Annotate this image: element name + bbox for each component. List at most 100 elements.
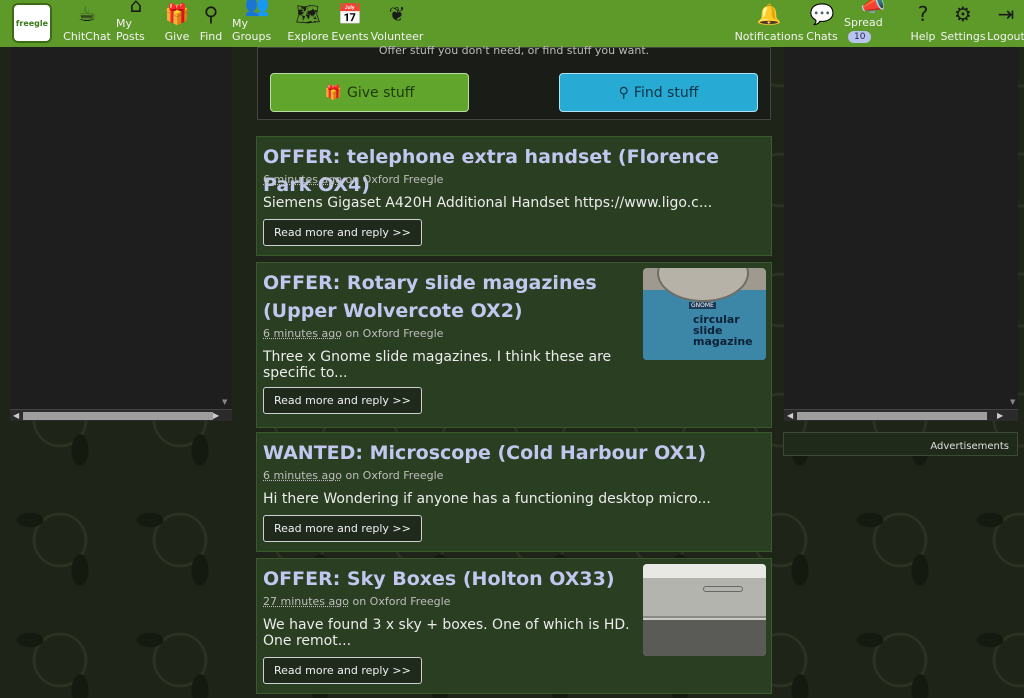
nav-events[interactable]: 📅 Events <box>331 0 369 47</box>
scroll-right-icon[interactable]: ▶ <box>997 410 1003 422</box>
advertisements-label: Advertisements <box>783 432 1018 456</box>
slide-magazine-brand: GNOME <box>689 302 716 309</box>
left-sidebar-panel <box>10 47 232 409</box>
post-time: 6 minutes ago <box>263 327 342 340</box>
gift-icon: 🎁 <box>324 84 343 101</box>
help-icon: ? <box>917 2 929 26</box>
nav-help[interactable]: ? Help <box>908 0 938 47</box>
find-stuff-button[interactable]: ⚲ Find stuff <box>559 73 758 112</box>
bell-icon: 🔔 <box>756 2 782 26</box>
nav-spread-row: Spread 10 <box>844 16 902 43</box>
nav-help-label: Help <box>910 30 936 43</box>
freegle-logo[interactable]: freegle <box>12 3 52 43</box>
nav-chats[interactable]: 💬 Chats <box>806 0 838 47</box>
post-meta: 6 minutes ago on Oxford Freegle <box>263 469 443 482</box>
logo-text: freegle <box>15 18 49 28</box>
compose-panel: Offer stuff you don't need, or find stuf… <box>257 44 771 120</box>
post-meta: 6 minutes ago on Oxford Freegle <box>263 173 443 186</box>
gift-icon: 🎁 <box>164 2 190 26</box>
search-icon: ⚲ <box>618 84 629 101</box>
search-icon: ⚲ <box>203 2 219 26</box>
post-group: on Oxford Freegle <box>345 173 444 186</box>
post-title[interactable]: OFFER: Rotary slide magazines (Upper Wol… <box>263 269 633 325</box>
post-description: We have found 3 x sky + boxes. One of wh… <box>263 617 630 649</box>
nav-chitchat-label: ChitChat <box>63 30 111 43</box>
post-card: OFFER: Sky Boxes (Holton OX33) 27 minute… <box>256 558 772 694</box>
nav-events-label: Events <box>331 30 369 43</box>
post-meta: 27 minutes ago on Oxford Freegle <box>263 595 450 608</box>
nav-logout[interactable]: ⇥ Logout <box>987 0 1024 47</box>
nav-my-groups[interactable]: 👥 My Groups <box>230 0 284 47</box>
nav-give[interactable]: 🎁 Give <box>162 0 192 47</box>
nav-explore[interactable]: 🗺 Explore <box>287 0 329 47</box>
post-meta: 6 minutes ago on Oxford Freegle <box>263 327 443 340</box>
settings-icon: ⚙ <box>954 2 972 26</box>
post-time: 6 minutes ago <box>263 173 342 186</box>
nav-my-posts-label: My Posts <box>116 17 145 43</box>
sky-box-base <box>643 620 766 656</box>
nav-volunteer[interactable]: ❦ Volunteer <box>370 0 424 47</box>
nav-chitchat[interactable]: ☕ ChitChat <box>63 0 111 47</box>
nav-spread-label: Spread <box>844 16 883 29</box>
nav-my-posts[interactable]: ⌂ My Posts <box>114 0 158 47</box>
nav-logout-label: Logout <box>987 30 1024 43</box>
nav-find[interactable]: ⚲ Find <box>196 0 226 47</box>
chat-icon: 💬 <box>809 2 835 26</box>
scrollbar-thumb[interactable] <box>797 412 987 420</box>
post-description: Siemens Gigaset A420H Additional Handset… <box>263 195 713 211</box>
sky-box-front <box>643 578 766 618</box>
left-horizontal-scrollbar[interactable]: ◀ ▶ <box>10 409 232 421</box>
read-more-button[interactable]: Read more and reply >> <box>263 219 422 246</box>
right-horizontal-scrollbar[interactable]: ◀ ▶ <box>784 409 1018 421</box>
nav-explore-label: Explore <box>287 30 329 43</box>
nav-settings[interactable]: ⚙ Settings <box>940 0 986 47</box>
right-scroll-down-icon[interactable]: ▼ <box>1010 398 1015 406</box>
sky-box-buttons <box>703 586 743 592</box>
post-time: 27 minutes ago <box>263 595 349 608</box>
nav-volunteer-label: Volunteer <box>370 30 424 43</box>
post-title[interactable]: OFFER: telephone extra handset (Florence… <box>263 143 771 199</box>
map-icon: 🗺 <box>295 2 321 26</box>
post-thumbnail-image[interactable] <box>643 564 766 656</box>
spread-badge: 10 <box>848 31 872 43</box>
read-more-button[interactable]: Read more and reply >> <box>263 657 422 684</box>
left-scroll-down-icon[interactable]: ▼ <box>222 398 227 406</box>
nav-notifications-label: Notifications <box>734 30 804 43</box>
compose-subtitle: Offer stuff you don't need, or find stuf… <box>378 44 650 57</box>
coffee-icon: ☕ <box>78 2 96 26</box>
bullhorn-icon: 📣 <box>860 0 886 16</box>
nav-notifications[interactable]: 🔔 Notifications <box>734 0 804 47</box>
post-thumbnail-image[interactable]: GNOME circular slide magazine <box>643 268 766 360</box>
post-group: on Oxford Freegle <box>345 469 444 482</box>
nav-give-label: Give <box>164 30 190 43</box>
post-card: OFFER: telephone extra handset (Florence… <box>256 136 772 256</box>
scroll-left-icon[interactable]: ◀ <box>787 410 793 422</box>
post-time: 6 minutes ago <box>263 469 342 482</box>
calendar-icon: 📅 <box>337 2 363 26</box>
scrollbar-thumb[interactable] <box>23 412 213 420</box>
top-navbar: freegle ☕ ChitChat ⌂ My Posts 🎁 Give ⚲ F… <box>0 0 1024 47</box>
post-title[interactable]: OFFER: Sky Boxes (Holton OX33) <box>263 565 615 593</box>
post-card: OFFER: Rotary slide magazines (Upper Wol… <box>256 262 772 428</box>
users-icon: 👥 <box>244 0 270 17</box>
post-group: on Oxford Freegle <box>352 595 451 608</box>
nav-settings-label: Settings <box>940 30 986 43</box>
nav-my-groups-label: My Groups <box>232 17 272 43</box>
scroll-right-icon[interactable]: ▶ <box>213 410 219 422</box>
post-title[interactable]: WANTED: Microscope (Cold Harbour OX1) <box>263 439 706 467</box>
nav-find-label: Find <box>199 30 223 43</box>
read-more-button[interactable]: Read more and reply >> <box>263 387 422 414</box>
give-stuff-button[interactable]: 🎁 Give stuff <box>270 73 469 112</box>
right-sidebar-panel <box>784 47 1018 409</box>
sky-box-top <box>643 564 766 578</box>
read-more-button[interactable]: Read more and reply >> <box>263 515 422 542</box>
home-icon: ⌂ <box>129 0 143 17</box>
post-description: Three x Gnome slide magazines. I think t… <box>263 349 612 381</box>
nav-spread[interactable]: 📣 Spread 10 <box>842 0 904 47</box>
find-stuff-label: Find stuff <box>633 84 699 101</box>
scroll-left-icon[interactable]: ◀ <box>13 410 19 422</box>
seedling-icon: ❦ <box>388 2 406 26</box>
post-description: Hi there Wondering if anyone has a funct… <box>263 491 711 507</box>
logout-icon: ⇥ <box>997 2 1015 26</box>
